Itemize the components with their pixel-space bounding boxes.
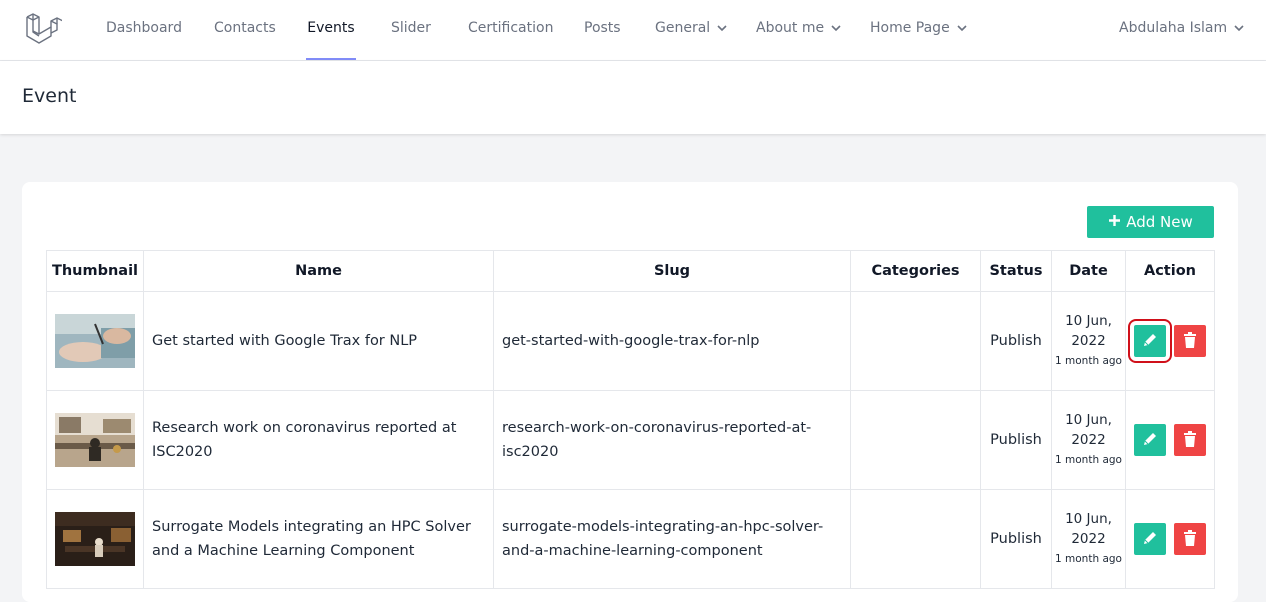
event-date: 10 Jun, 2022 (1065, 312, 1112, 349)
table-row: Research work on coronavirus reported at… (46, 390, 1215, 490)
event-slug-cell: get-started-with-google-trax-for-nlp (493, 291, 851, 391)
trash-icon (1183, 529, 1197, 549)
header-date[interactable]: Date (1051, 250, 1126, 292)
trash-icon (1183, 331, 1197, 351)
action-cell (1125, 489, 1215, 589)
event-thumbnail-image (55, 413, 135, 467)
page-header: Event (0, 61, 1266, 134)
user-name: Abdulaha Islam (1119, 20, 1228, 36)
header-slug[interactable]: Slug (493, 250, 851, 292)
table-row: Surrogate Models integrating an HPC Solv… (46, 489, 1215, 589)
event-categories-cell (850, 390, 981, 490)
event-thumbnail-image (55, 314, 135, 368)
header-thumbnail[interactable]: Thumbnail (46, 250, 144, 292)
page-title: Event (22, 85, 77, 107)
header-name[interactable]: Name (143, 250, 494, 292)
event-date-cell: 10 Jun, 2022 1 month ago (1051, 489, 1126, 589)
nav-events[interactable]: Events (306, 0, 356, 60)
add-new-button[interactable]: Add New (1087, 206, 1214, 238)
event-name-cell: Surrogate Models integrating an HPC Solv… (143, 489, 494, 589)
pencil-icon (1142, 431, 1158, 450)
event-categories-cell (850, 489, 981, 589)
table-row: Get started with Google Trax for NLP get… (46, 291, 1215, 391)
header-status[interactable]: Status (980, 250, 1052, 292)
action-cell (1125, 390, 1215, 490)
event-relative-date: 1 month ago (1055, 552, 1122, 565)
edit-button[interactable] (1134, 424, 1166, 456)
event-categories-cell (850, 291, 981, 391)
chevron-down-icon (831, 0, 841, 56)
edit-button[interactable] (1128, 319, 1172, 363)
nav-homepage-label: Home Page (870, 20, 950, 36)
event-relative-date: 1 month ago (1055, 453, 1122, 466)
nav-about-dropdown[interactable]: About me (756, 0, 841, 60)
nav-about-label: About me (756, 20, 825, 36)
event-status-cell: Publish (980, 489, 1052, 589)
nav-dashboard[interactable]: Dashboard (106, 0, 182, 60)
table-header-row: Thumbnail Name Slug Categories Status Da… (46, 250, 1215, 292)
nav-certification[interactable]: Certification (468, 0, 553, 60)
event-date-cell: 10 Jun, 2022 1 month ago (1051, 291, 1126, 391)
chevron-down-icon (957, 0, 967, 56)
event-slug-cell: research-work-on-coronavirus-reported-at… (493, 390, 851, 490)
nav-general-label: General (655, 20, 711, 36)
action-cell (1125, 291, 1215, 391)
nav-general-dropdown[interactable]: General (655, 0, 727, 60)
nav-slider[interactable]: Slider (391, 0, 431, 60)
delete-button[interactable] (1174, 424, 1206, 456)
delete-button[interactable] (1174, 523, 1206, 555)
pencil-icon (1142, 530, 1158, 549)
nav-posts[interactable]: Posts (584, 0, 621, 60)
event-date: 10 Jun, 2022 (1065, 411, 1112, 448)
thumbnail-cell (46, 291, 144, 391)
chevron-down-icon (717, 0, 727, 56)
nav-homepage-dropdown[interactable]: Home Page (870, 0, 967, 60)
events-card: Add New Thumbnail Name Slug Categories S… (22, 182, 1238, 602)
trash-icon (1183, 430, 1197, 450)
event-thumbnail-image (55, 512, 135, 566)
event-date: 10 Jun, 2022 (1065, 510, 1112, 547)
event-relative-date: 1 month ago (1055, 354, 1122, 367)
event-status-cell: Publish (980, 390, 1052, 490)
event-slug-cell: surrogate-models-integrating-an-hpc-solv… (493, 489, 851, 589)
chevron-down-icon (1234, 0, 1244, 56)
user-menu-dropdown[interactable]: Abdulaha Islam (1119, 0, 1244, 60)
edit-button[interactable] (1134, 523, 1166, 555)
nav-contacts[interactable]: Contacts (214, 0, 276, 60)
header-categories[interactable]: Categories (850, 250, 981, 292)
pencil-icon (1142, 332, 1158, 351)
event-date-cell: 10 Jun, 2022 1 month ago (1051, 390, 1126, 490)
header-action: Action (1125, 250, 1215, 292)
plus-icon (1108, 213, 1121, 231)
add-new-label: Add New (1126, 213, 1193, 231)
thumbnail-cell (46, 390, 144, 490)
event-status-cell: Publish (980, 291, 1052, 391)
event-name-cell: Get started with Google Trax for NLP (143, 291, 494, 391)
laravel-logo-icon[interactable] (24, 10, 64, 48)
delete-button[interactable] (1174, 325, 1206, 357)
event-name-cell: Research work on coronavirus reported at… (143, 390, 494, 490)
thumbnail-cell (46, 489, 144, 589)
top-navbar: Dashboard Contacts Events Slider Certifi… (0, 0, 1266, 61)
events-table: Thumbnail Name Slug Categories Status Da… (46, 250, 1215, 589)
